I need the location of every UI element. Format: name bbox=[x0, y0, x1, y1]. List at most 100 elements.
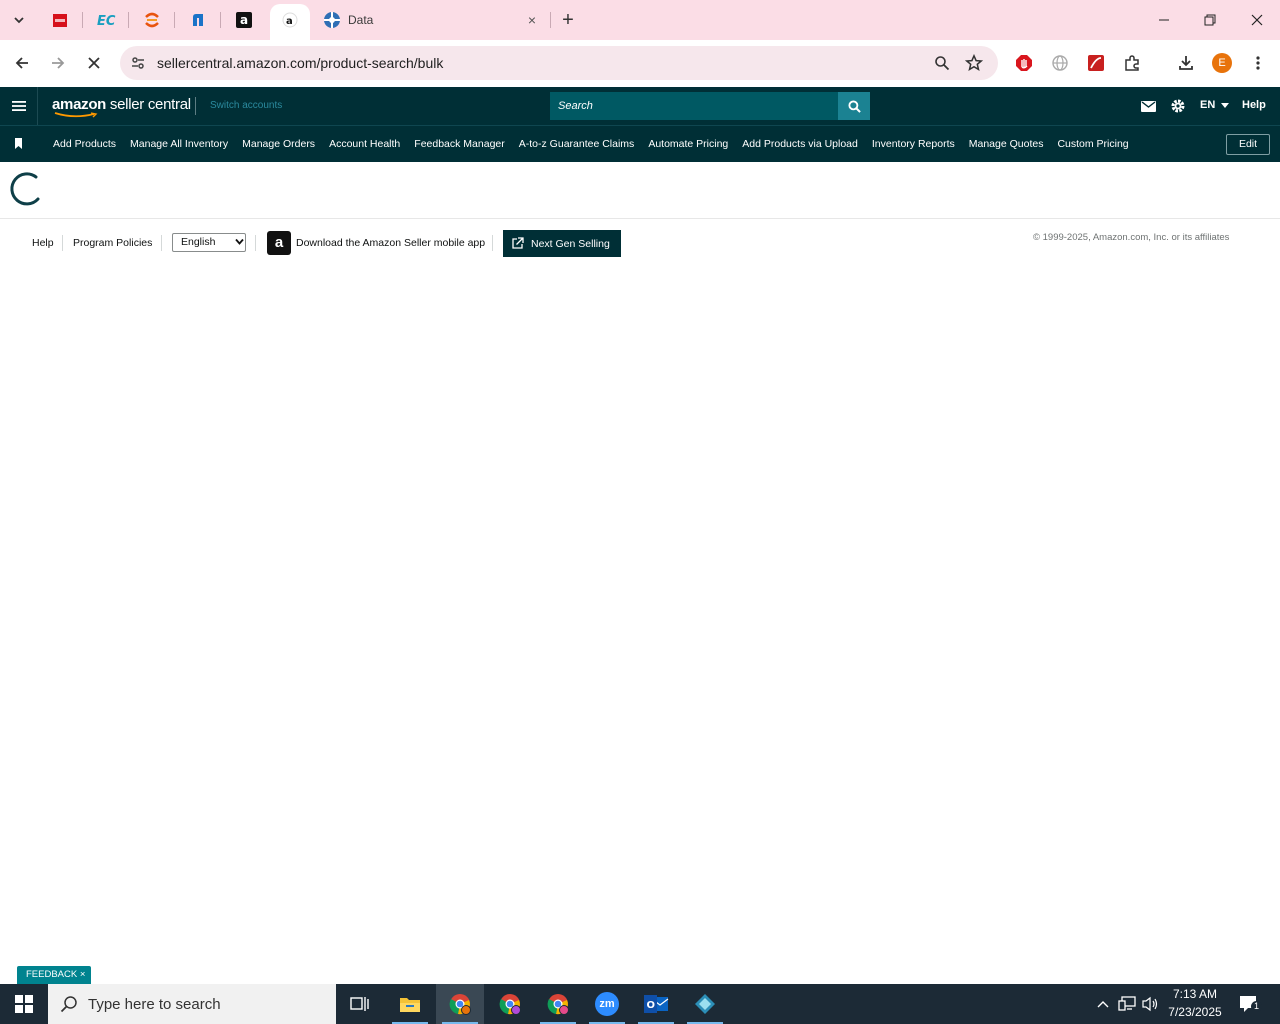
forward-arrow-icon[interactable] bbox=[46, 51, 70, 75]
mail-icon[interactable] bbox=[1139, 97, 1157, 115]
caret-down-icon bbox=[1221, 102, 1230, 108]
nav-link-manage-all-inventory[interactable]: Manage All Inventory bbox=[123, 138, 235, 150]
seller-central-nav: Add Products Manage All Inventory Manage… bbox=[0, 125, 1280, 162]
task-view-icon[interactable] bbox=[336, 984, 384, 1024]
site-info-icon[interactable] bbox=[126, 51, 150, 75]
outlook-icon[interactable]: O bbox=[632, 984, 680, 1024]
profile-avatar[interactable]: E bbox=[1210, 51, 1234, 75]
feedback-tab[interactable]: FEEDBACK × bbox=[17, 966, 92, 984]
notification-center-icon[interactable]: 1 bbox=[1238, 995, 1262, 1013]
footer-program-policies-link[interactable]: Program Policies bbox=[73, 237, 152, 249]
nav-link-automate-pricing[interactable]: Automate Pricing bbox=[641, 138, 735, 150]
svg-text:O: O bbox=[647, 1000, 656, 1011]
tab-separator bbox=[220, 12, 221, 28]
zoom-app-icon[interactable]: zm bbox=[583, 984, 631, 1024]
loading-spinner-icon bbox=[10, 172, 40, 206]
seller-central-logo[interactable]: amazon seller central bbox=[52, 96, 191, 113]
diamond-app-icon[interactable] bbox=[681, 984, 729, 1024]
chevron-down-icon bbox=[235, 238, 244, 245]
nav-link-inventory-reports[interactable]: Inventory Reports bbox=[865, 138, 962, 150]
search-icon bbox=[847, 99, 861, 113]
extensions-puzzle-icon[interactable] bbox=[1120, 51, 1144, 75]
page-footer: Help Program Policies English a Download… bbox=[0, 219, 1280, 269]
tab-favicon-ec-icon[interactable]: EC bbox=[96, 10, 116, 30]
active-tab[interactable]: a bbox=[270, 4, 310, 40]
bookmark-star-icon[interactable] bbox=[962, 51, 986, 75]
tab-close-icon[interactable]: × bbox=[524, 12, 540, 28]
nav-link-feedback-manager[interactable]: Feedback Manager bbox=[407, 138, 511, 150]
edit-nav-button[interactable]: Edit bbox=[1226, 134, 1270, 155]
switch-accounts-link[interactable]: Switch accounts bbox=[210, 100, 282, 111]
footer-language-select[interactable]: English bbox=[172, 233, 246, 252]
back-arrow-icon[interactable] bbox=[10, 51, 34, 75]
search-button[interactable] bbox=[838, 92, 870, 120]
footer-separator bbox=[255, 235, 256, 251]
browser-menu-icon[interactable] bbox=[1246, 51, 1270, 75]
footer-help-link[interactable]: Help bbox=[32, 237, 54, 249]
tab-favicon-data-icon bbox=[322, 10, 342, 30]
tab-favicon-red-app-icon[interactable] bbox=[50, 10, 70, 30]
chrome-profile-2-icon[interactable] bbox=[486, 984, 534, 1024]
search-placeholder: Search bbox=[558, 100, 593, 112]
tab-favicon-swirl-icon[interactable] bbox=[142, 10, 162, 30]
chrome-profile-3-icon[interactable] bbox=[534, 984, 582, 1024]
tab-separator bbox=[174, 12, 175, 28]
language-selected: English bbox=[181, 236, 216, 248]
taskbar-search-input[interactable]: Type here to search bbox=[48, 984, 336, 1024]
language-selector[interactable]: EN bbox=[1200, 99, 1230, 111]
header-divider bbox=[195, 97, 196, 115]
extension-pdf-icon[interactable] bbox=[1084, 51, 1108, 75]
stop-loading-icon[interactable] bbox=[82, 51, 106, 75]
nav-link-manage-orders[interactable]: Manage Orders bbox=[235, 138, 322, 150]
bookmark-icon[interactable] bbox=[14, 138, 23, 149]
zoom-label: zm bbox=[595, 992, 619, 1016]
header-help-link[interactable]: Help bbox=[1242, 99, 1266, 111]
address-bar[interactable]: sellercentral.amazon.com/product-search/… bbox=[120, 46, 998, 80]
language-label: EN bbox=[1200, 99, 1216, 111]
show-hidden-icons-icon[interactable] bbox=[1094, 995, 1112, 1013]
seller-search-input[interactable]: Search bbox=[550, 92, 838, 120]
nav-link-a-to-z-claims[interactable]: A-to-z Guarantee Claims bbox=[512, 138, 642, 150]
taskbar-clock-date[interactable]: 7/23/2025 bbox=[1164, 1005, 1226, 1019]
zoom-icon[interactable] bbox=[930, 51, 954, 75]
download-icon[interactable] bbox=[1174, 51, 1198, 75]
settings-gear-icon[interactable] bbox=[1169, 97, 1187, 115]
close-window-icon[interactable] bbox=[1245, 8, 1269, 32]
tab-separator bbox=[82, 12, 83, 28]
chrome-taskbar-icon[interactable] bbox=[436, 984, 484, 1024]
footer-separator bbox=[62, 235, 63, 251]
nav-link-account-health[interactable]: Account Health bbox=[322, 138, 407, 150]
volume-icon[interactable] bbox=[1142, 995, 1160, 1013]
svg-text:a: a bbox=[286, 16, 293, 27]
next-gen-selling-button[interactable]: Next Gen Selling bbox=[503, 230, 621, 257]
restore-icon[interactable] bbox=[1198, 8, 1222, 32]
tab-favicon-blue-arrow-icon[interactable] bbox=[188, 10, 208, 30]
next-gen-selling-label: Next Gen Selling bbox=[531, 237, 610, 250]
extension-adblock-icon[interactable] bbox=[1012, 51, 1036, 75]
amazon-app-icon[interactable]: a bbox=[267, 231, 291, 255]
browser-toolbar: sellercentral.amazon.com/product-search/… bbox=[0, 40, 1280, 113]
nav-link-custom-pricing[interactable]: Custom Pricing bbox=[1050, 138, 1135, 150]
nav-link-add-products-upload[interactable]: Add Products via Upload bbox=[735, 138, 865, 150]
search-icon bbox=[60, 996, 77, 1013]
minimize-icon[interactable] bbox=[1152, 8, 1176, 32]
nav-link-add-products[interactable]: Add Products bbox=[46, 138, 123, 150]
new-tab-icon[interactable]: + bbox=[558, 9, 578, 31]
tab-data[interactable]: Data × bbox=[316, 6, 548, 34]
extension-globe-icon[interactable] bbox=[1048, 51, 1072, 75]
hamburger-menu-icon[interactable] bbox=[0, 87, 38, 125]
svg-text:EC: EC bbox=[97, 14, 116, 28]
network-icon[interactable] bbox=[1118, 995, 1136, 1013]
windows-start-icon[interactable] bbox=[0, 984, 48, 1024]
nav-link-manage-quotes[interactable]: Manage Quotes bbox=[962, 138, 1051, 150]
file-explorer-icon[interactable] bbox=[386, 984, 434, 1024]
tab-favicon-amazon-icon[interactable]: a bbox=[234, 10, 254, 30]
tab-search-dropdown-icon[interactable] bbox=[9, 10, 29, 30]
footer-separator bbox=[161, 235, 162, 251]
taskbar-search-placeholder: Type here to search bbox=[88, 996, 221, 1013]
notification-count-badge: 1 bbox=[1251, 1001, 1262, 1012]
tab-favicon-amazon-smile-icon: a bbox=[280, 10, 300, 30]
download-app-link[interactable]: Download the Amazon Seller mobile app bbox=[296, 237, 485, 249]
taskbar-clock-time[interactable]: 7:13 AM bbox=[1164, 987, 1226, 1001]
tab-separator bbox=[128, 12, 129, 28]
